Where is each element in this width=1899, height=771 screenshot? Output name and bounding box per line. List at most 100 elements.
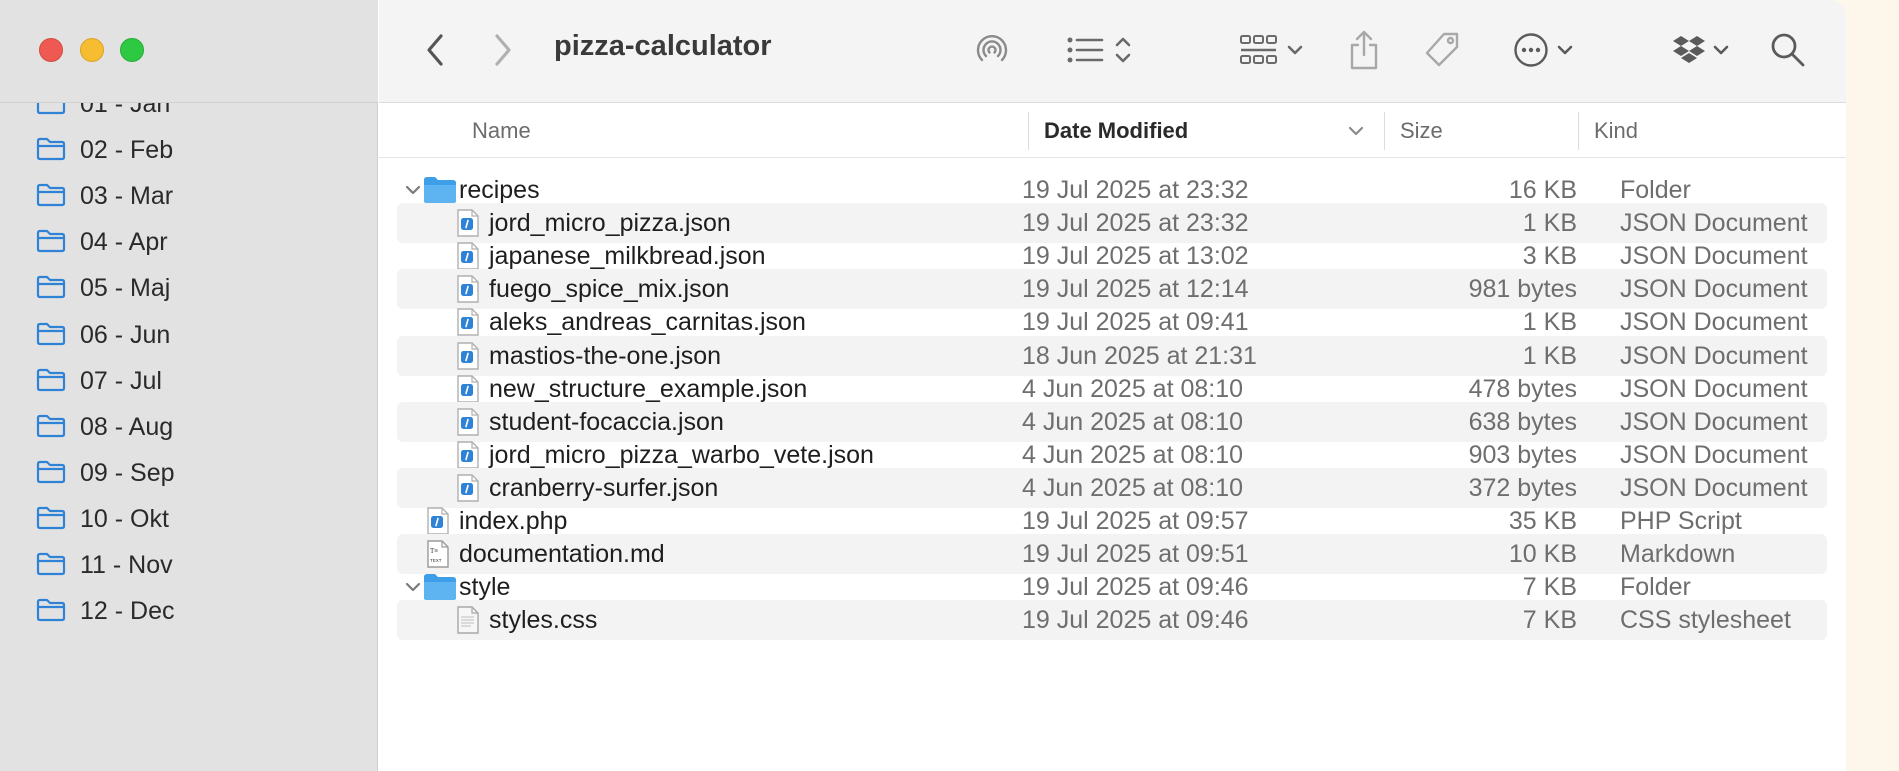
minimize-window-button[interactable] (80, 38, 104, 62)
sidebar: 01 - Jan 02 - Feb 03 - Mar 04 - Apr 05 - Maj… (0, 0, 378, 771)
forward-button[interactable] (483, 25, 523, 75)
view-mode-button[interactable] (1059, 25, 1139, 75)
file-size: 981 bytes (1468, 275, 1577, 304)
file-date-modified: 19 Jul 2025 at 09:51 (1022, 540, 1249, 569)
tag-button[interactable] (1419, 25, 1465, 75)
sidebar-item-label: 09 - Sep (80, 458, 175, 487)
sidebar-item[interactable]: 08 - Aug (0, 405, 378, 445)
file-name: cranberry-surfer.json (489, 473, 719, 502)
close-window-button[interactable] (39, 38, 63, 62)
sidebar-item[interactable]: 09 - Sep (0, 451, 378, 491)
file-size: 16 KB (1508, 176, 1577, 204)
column-separator[interactable] (1578, 112, 1579, 150)
sidebar-item-label: 04 - Apr (80, 228, 168, 257)
file-date-modified: 19 Jul 2025 at 23:32 (1022, 176, 1249, 204)
sidebar-item[interactable]: 07 - Jul (0, 359, 378, 399)
file-kind: JSON Document (1620, 341, 1808, 370)
file-name: styles.css (489, 606, 598, 635)
file-size: 7 KB (1522, 606, 1577, 635)
search-icon (1771, 33, 1805, 67)
file-date-modified: 18 Jun 2025 at 21:31 (1022, 341, 1257, 370)
file-kind: JSON Document (1620, 440, 1808, 469)
file-date-modified: 19 Jul 2025 at 09:46 (1022, 606, 1249, 635)
chevron-down-icon (1713, 45, 1729, 55)
more-actions-button[interactable] (1505, 25, 1581, 75)
file-name: new_structure_example.json (489, 374, 808, 403)
zoom-window-button[interactable] (120, 38, 144, 62)
file-name: index.php (459, 507, 568, 535)
chevron-right-icon (495, 34, 511, 66)
dropbox-icon (1673, 36, 1705, 63)
group-by-button[interactable] (1231, 25, 1311, 75)
file-name: jord_micro_pizza_warbo_vete.json (489, 440, 874, 469)
disclosure-chevron-icon[interactable] (405, 579, 421, 595)
file-name: jord_micro_pizza.json (489, 209, 731, 238)
file-date-modified: 19 Jul 2025 at 09:41 (1022, 308, 1249, 337)
airdrop-button[interactable] (969, 25, 1015, 75)
folder-icon (36, 368, 66, 391)
file-date-modified: 4 Jun 2025 at 08:10 (1022, 374, 1244, 403)
file-name: japanese_milkbread.json (489, 242, 766, 271)
folder-icon (36, 460, 66, 483)
folder-icon (36, 414, 66, 437)
file-name: style (459, 573, 511, 602)
sidebar-item[interactable]: 03 - Mar (0, 174, 378, 214)
column-header: Name Date Modified Size Kind (379, 104, 1846, 158)
file-kind: JSON Document (1620, 308, 1808, 337)
column-date-modified[interactable]: Date Modified (1044, 104, 1364, 158)
chevron-updown-icon (1115, 37, 1131, 63)
sidebar-item[interactable]: 11 - Nov (0, 543, 378, 583)
sidebar-item[interactable]: 05 - Maj (0, 266, 378, 306)
css-file-icon (457, 606, 479, 639)
back-button[interactable] (415, 25, 455, 75)
file-date-modified: 19 Jul 2025 at 12:14 (1022, 275, 1249, 304)
chevron-down-icon (1287, 45, 1303, 55)
file-size: 478 bytes (1468, 374, 1577, 403)
file-date-modified: 4 Jun 2025 at 08:10 (1022, 440, 1244, 469)
column-size[interactable]: Size (1400, 104, 1443, 158)
file-kind: JSON Document (1620, 209, 1808, 238)
sidebar-item[interactable]: 10 - Okt (0, 497, 378, 537)
svg-text:T≡: T≡ (430, 547, 438, 555)
svg-text:TEXT: TEXT (430, 558, 442, 563)
sidebar-item[interactable]: 06 - Jun (0, 313, 378, 353)
sidebar-item[interactable]: 04 - Apr (0, 220, 378, 260)
file-kind: Folder (1620, 573, 1691, 602)
dropbox-button[interactable] (1667, 25, 1735, 75)
file-kind: JSON Document (1620, 407, 1808, 436)
file-date-modified: 19 Jul 2025 at 09:46 (1022, 573, 1249, 602)
folder-icon (36, 322, 66, 345)
file-kind: Folder (1620, 176, 1691, 204)
sidebar-item-label: 12 - Dec (80, 597, 175, 626)
file-size: 638 bytes (1468, 407, 1577, 436)
sidebar-item[interactable]: 02 - Feb (0, 128, 378, 168)
folder-icon (36, 506, 66, 529)
sidebar-titlebar (0, 0, 378, 103)
tag-icon (1425, 32, 1459, 67)
sidebar-item-label: 08 - Aug (80, 412, 174, 441)
search-button[interactable] (1765, 25, 1811, 75)
toolbar: pizza-calculator (379, 0, 1846, 103)
column-kind[interactable]: Kind (1594, 104, 1638, 158)
column-separator[interactable] (1384, 112, 1385, 150)
folder-icon (36, 230, 66, 253)
file-kind: JSON Document (1620, 242, 1808, 271)
folder-icon (36, 598, 66, 622)
folder-icon (36, 184, 66, 207)
table-row[interactable]: styles.css 19 Jul 2025 at 09:46 7 KB CSS st… (397, 600, 1827, 641)
sidebar-item-label: 05 - Maj (80, 274, 171, 303)
file-date-modified: 4 Jun 2025 at 08:10 (1022, 473, 1244, 502)
file-name: aleks_andreas_carnitas.json (489, 308, 806, 337)
file-name: recipes (459, 176, 540, 204)
disclosure-chevron-icon[interactable] (405, 182, 421, 198)
file-date-modified: 19 Jul 2025 at 13:02 (1022, 242, 1249, 271)
sidebar-item-label: 03 - Mar (80, 182, 174, 211)
file-size: 1 KB (1522, 308, 1577, 337)
column-name[interactable]: Name (472, 104, 531, 158)
file-kind: PHP Script (1620, 507, 1742, 535)
column-separator[interactable] (1028, 112, 1029, 150)
share-button[interactable] (1341, 25, 1387, 75)
sidebar-item[interactable]: 12 - Dec (0, 589, 378, 629)
file-kind: JSON Document (1620, 473, 1808, 502)
file-size: 372 bytes (1468, 473, 1577, 502)
